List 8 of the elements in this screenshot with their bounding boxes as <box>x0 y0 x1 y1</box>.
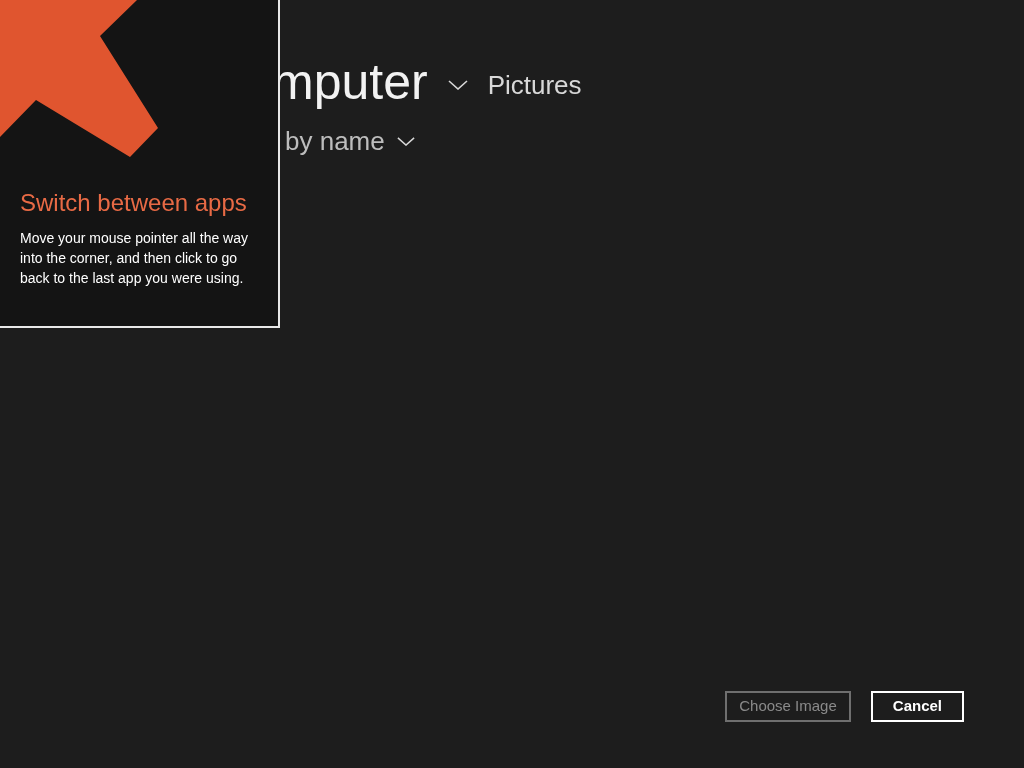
cancel-button[interactable]: Cancel <box>870 691 964 722</box>
chevron-down-icon <box>396 137 415 146</box>
chevron-down-icon <box>447 80 468 90</box>
tip-text: Move your mouse pointer all the way into the corner, and then click to go back to the last app you were using. <box>20 229 249 288</box>
tip-title: Switch between apps <box>20 188 248 218</box>
location-dropdown[interactable]: Pictures <box>447 65 582 105</box>
arrow-icon <box>0 0 158 158</box>
sort-dropdown[interactable]: by name <box>285 122 415 161</box>
